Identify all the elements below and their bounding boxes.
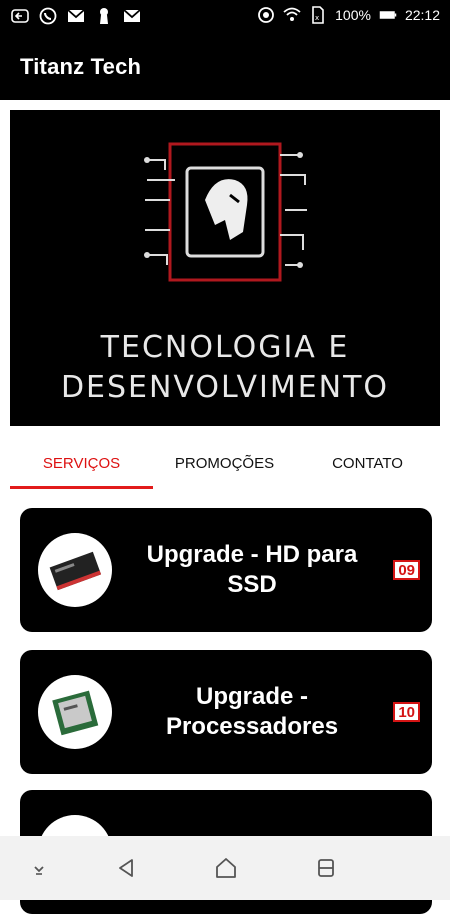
whatsapp-icon xyxy=(38,6,58,26)
service-card-ssd[interactable]: Upgrade - HD para SSD 09 xyxy=(20,508,432,632)
gmail-icon xyxy=(66,6,86,26)
card-badge: 09 xyxy=(393,560,420,580)
banner-headline-line1: TECNOLOGIA E xyxy=(100,330,350,365)
card-title: Upgrade - HD para SSD xyxy=(146,541,358,598)
clock: 22:12 xyxy=(404,7,440,23)
svg-text:x: x xyxy=(315,14,319,22)
vpn-icon xyxy=(257,6,275,24)
status-right-icons: x 100% 22:12 xyxy=(257,6,440,24)
titanz-logo xyxy=(144,142,307,282)
hide-keyboard-icon[interactable] xyxy=(25,854,53,882)
battery-icon xyxy=(379,6,397,24)
back-arrow-icon xyxy=(10,6,30,26)
battery-percent: 100% xyxy=(335,7,371,23)
tab-servicos[interactable]: SERVIÇOS xyxy=(10,438,153,488)
hero-banner: TECNOLOGIA E DESENVOLVIMENTO xyxy=(10,110,440,426)
keyhole-icon xyxy=(94,6,114,26)
gmail-icon xyxy=(122,6,142,26)
wifi-icon xyxy=(283,6,301,24)
sim-icon: x xyxy=(309,6,327,24)
banner-headline-line2: DESENVOLVIMENTO xyxy=(60,370,390,405)
tab-indicator xyxy=(10,486,153,489)
tab-bar: SERVIÇOS PROMOÇÕES CONTATO xyxy=(0,438,450,488)
status-bar: x 100% 22:12 xyxy=(0,0,450,32)
service-card-processor[interactable]: Upgrade - Processadores 10 xyxy=(20,650,432,774)
processor-image xyxy=(38,675,112,749)
home-icon[interactable] xyxy=(212,854,240,882)
tab-promocoes[interactable]: PROMOÇÕES xyxy=(153,438,296,488)
tab-contato[interactable]: CONTATO xyxy=(296,438,439,488)
card-badge: 10 xyxy=(393,702,420,722)
app-title: Titanz Tech xyxy=(20,54,142,79)
recents-icon[interactable] xyxy=(312,854,340,882)
app-bar: Titanz Tech xyxy=(0,32,450,100)
back-triangle-icon[interactable] xyxy=(112,854,140,882)
ssd-image xyxy=(38,533,112,607)
status-left-icons xyxy=(10,6,142,26)
card-title: Upgrade - Processadores xyxy=(165,683,339,740)
android-nav-bar xyxy=(0,836,450,900)
